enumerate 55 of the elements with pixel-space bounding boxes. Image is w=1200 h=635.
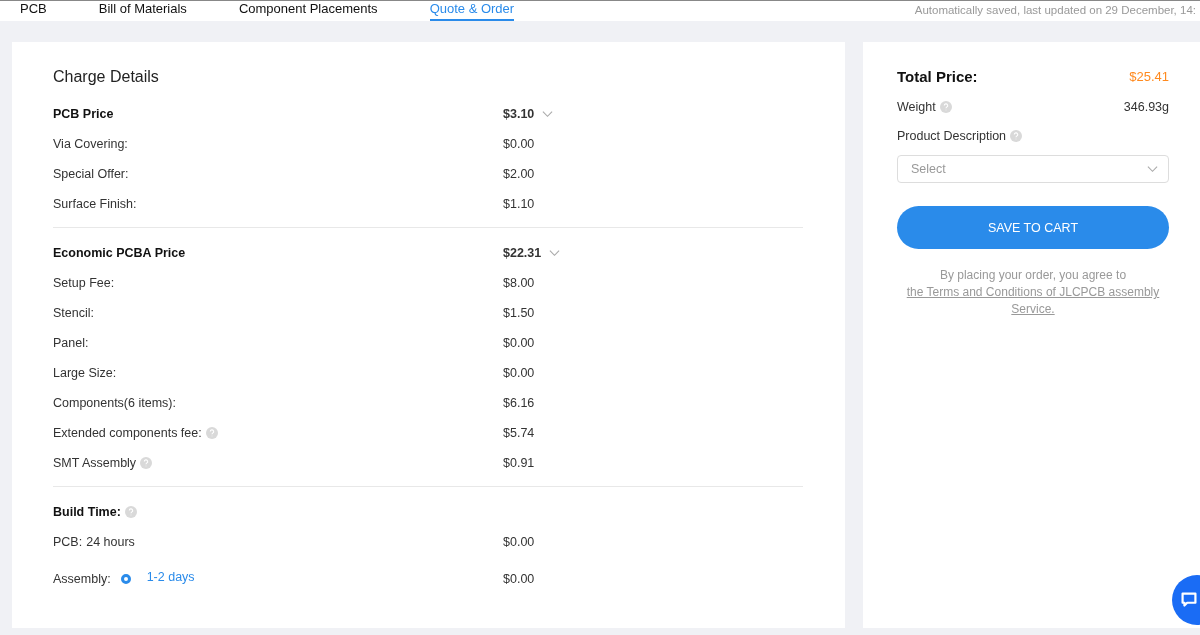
charge-label: Stencil:	[53, 306, 94, 320]
group-price: $22.31	[503, 246, 542, 260]
weight-label: Weight	[897, 100, 936, 114]
charge-value: $2.00	[503, 167, 536, 181]
build-time-label: Assembly:	[53, 572, 111, 586]
nav-tab[interactable]: Quote & Order	[429, 2, 515, 21]
charge-label: Components(6 items):	[53, 396, 176, 410]
charge-value: $0.00	[503, 535, 536, 549]
help-icon[interactable]	[124, 506, 137, 518]
group-label: PCB Price	[53, 107, 115, 121]
charge-label: Special Offer:	[53, 167, 129, 181]
group-label: Build Time:	[53, 505, 121, 519]
charge-value: $0.00	[503, 137, 536, 151]
nav-tab[interactable]: Bill of Materials	[98, 2, 187, 21]
charge-label: Large Size:	[53, 366, 117, 380]
agreement-text: By placing your order, you agree to the Terms and Conditions of JLCPCB assembly Service.	[897, 267, 1169, 318]
charge-value: $0.00	[503, 336, 536, 350]
chevron-icon	[1147, 165, 1158, 173]
chevron-icon[interactable]	[549, 249, 561, 257]
radio-label[interactable]: 1-2 days	[146, 569, 195, 584]
charge-value: $1.50	[503, 306, 536, 320]
weight-value: 346.93g	[1123, 100, 1169, 114]
radio-button[interactable]	[120, 574, 131, 584]
charge-value: $5.74	[503, 426, 536, 440]
charge-label: Panel:	[53, 336, 89, 350]
total-price: $25.41	[1129, 69, 1169, 84]
charge-value: $0.00	[503, 572, 536, 586]
nav-tab[interactable]: Component Placements	[238, 2, 378, 21]
nav-tab[interactable]: PCB	[20, 2, 47, 21]
help-icon[interactable]	[140, 457, 153, 469]
description-select[interactable]: Select	[897, 155, 1169, 183]
group-price: $3.10	[503, 107, 535, 121]
charge-value: $6.16	[503, 396, 536, 410]
help-icon[interactable]	[939, 101, 952, 113]
autosave-note: Automatically saved, last updated on 29 December, 14:	[914, 4, 1196, 18]
section-title: Charge Details	[53, 68, 160, 86]
save-to-cart-button[interactable]: SAVE TO CART	[897, 206, 1169, 249]
charge-label: SMT Assembly	[53, 456, 137, 470]
chevron-icon[interactable]	[542, 110, 554, 118]
charge-label: Setup Fee:	[53, 276, 115, 290]
charge-label: Extended components fee:	[53, 426, 202, 440]
charge-value: $1.10	[503, 197, 536, 211]
charge-value: $8.00	[503, 276, 536, 290]
charge-label: Surface Finish:	[53, 197, 137, 211]
group-label: Economic PCBA Price	[53, 246, 187, 260]
charge-label: Via Covering:	[53, 137, 128, 151]
build-time-value: 24 hours	[86, 535, 135, 549]
help-icon[interactable]	[1010, 130, 1023, 142]
total-label: Total Price:	[897, 68, 978, 85]
terms-link[interactable]: the Terms and Conditions of JLCPCB assembly Service.	[897, 284, 1169, 318]
description-label: Product Description	[897, 129, 1007, 143]
build-time-label: PCB:	[53, 535, 83, 549]
charge-value: $0.91	[503, 456, 536, 470]
help-icon[interactable]	[205, 427, 218, 439]
charge-value: $0.00	[503, 366, 536, 380]
